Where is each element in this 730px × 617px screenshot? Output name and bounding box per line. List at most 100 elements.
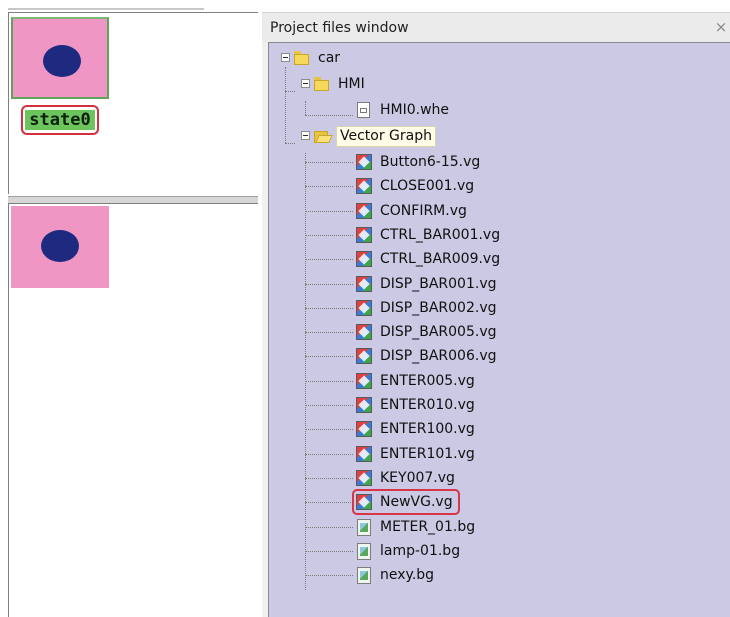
project-tree: car HMI HMI0.whe Vector Graph Button6-15… <box>268 42 730 617</box>
tree-connector <box>305 153 306 590</box>
tree-item-vector-file[interactable]: Button6-15.vg <box>355 151 482 173</box>
tree-item-label: METER_01.bg <box>380 518 476 535</box>
project-files-window: Project files window × car HMI HMI0.whe <box>262 12 730 617</box>
tree-item-label: NewVG.vg <box>380 493 453 510</box>
tree-item-vector-file[interactable]: ENTER100.vg <box>355 418 477 440</box>
folder-icon <box>313 75 331 93</box>
tree-item-root[interactable]: car <box>293 47 342 69</box>
tree-item-hmi-file[interactable]: HMI0.whe <box>355 99 451 121</box>
vector-graph-icon <box>355 299 373 317</box>
tree-item-label: CTRL_BAR001.vg <box>380 226 501 243</box>
tree-item-vector-graph-folder[interactable]: Vector Graph <box>313 125 437 147</box>
tree-item-vector-file[interactable]: ENTER101.vg <box>355 443 477 465</box>
tree-connector <box>285 67 286 143</box>
canvas-preview-thumbnail[interactable] <box>11 206 109 288</box>
tree-connector <box>305 502 353 503</box>
tree-item-label: nexy.bg <box>380 566 435 583</box>
tree-connector <box>305 259 353 260</box>
tree-item-label: ENTER100.vg <box>380 420 475 437</box>
tree-item-vector-file[interactable]: KEY007.vg <box>355 467 457 489</box>
tree-item-vector-file[interactable]: ENTER005.vg <box>355 370 477 392</box>
circle-shape <box>43 45 81 77</box>
vector-graph-icon <box>355 153 373 171</box>
tree-item-vector-file[interactable]: DISP_BAR002.vg <box>355 297 499 319</box>
tree-connector <box>305 332 353 333</box>
hmi-file-icon <box>355 101 373 119</box>
collapse-hmi-toggle[interactable] <box>301 79 310 88</box>
collapse-vector-graph-toggle[interactable] <box>301 131 310 140</box>
tree-item-label: HMI <box>338 75 365 92</box>
window-title: Project files window <box>270 20 409 36</box>
tree-item-vector-file[interactable]: CLOSE001.vg <box>355 175 476 197</box>
vector-graph-icon <box>355 372 373 390</box>
tree-connector <box>305 115 353 116</box>
tree-connector <box>305 211 353 212</box>
vector-graph-icon <box>355 493 373 511</box>
bitmap-icon <box>355 518 373 536</box>
vector-graph-icon <box>355 226 373 244</box>
tree-item-bitmap-file[interactable]: lamp-01.bg <box>355 540 462 562</box>
tree-item-label: DISP_BAR002.vg <box>380 299 497 316</box>
vector-graph-icon <box>355 420 373 438</box>
tree-item-vector-file[interactable]: CONFIRM.vg <box>355 200 469 222</box>
tree-item-vector-file[interactable]: CTRL_BAR001.vg <box>355 224 502 246</box>
tree-connector <box>305 527 353 528</box>
tree-item-vector-file[interactable]: DISP_BAR005.vg <box>355 321 499 343</box>
tree-item-label: Vector Graph <box>336 125 437 147</box>
vector-graph-icon <box>355 202 373 220</box>
vector-graph-icon <box>355 469 373 487</box>
vector-graph-icon <box>355 347 373 365</box>
tree-connector <box>305 284 353 285</box>
tree-connector <box>285 143 295 144</box>
folder-icon <box>293 49 311 67</box>
folder-open-icon <box>313 127 331 145</box>
pane-splitter[interactable] <box>8 196 258 204</box>
bitmap-icon <box>355 542 373 560</box>
canvas-panel <box>8 204 258 617</box>
tree-item-vector-file[interactable]: ENTER010.vg <box>355 394 477 416</box>
tree-item-label: car <box>318 49 341 66</box>
tree-connector <box>285 91 295 92</box>
close-icon[interactable]: × <box>714 18 728 36</box>
tree-item-label: CTRL_BAR009.vg <box>380 250 501 267</box>
tree-item-label: HMI0.whe <box>380 101 450 118</box>
tree-item-bitmap-file[interactable]: METER_01.bg <box>355 516 477 538</box>
vector-graph-icon <box>355 396 373 414</box>
tree-item-label: DISP_BAR005.vg <box>380 323 497 340</box>
tree-item-bitmap-file[interactable]: nexy.bg <box>355 564 436 586</box>
tree-item-label: KEY007.vg <box>380 469 455 486</box>
state-label: state0 <box>25 110 95 130</box>
window-titlebar: Project files window × <box>262 12 730 42</box>
tree-connector <box>305 429 353 430</box>
top-border-line <box>8 8 204 10</box>
circle-shape <box>41 230 79 262</box>
tree-item-vector-file[interactable]: DISP_BAR001.vg <box>355 273 499 295</box>
tree-connector <box>305 478 353 479</box>
tree-item-label: DISP_BAR006.vg <box>380 347 497 364</box>
vector-graph-icon <box>355 275 373 293</box>
tree-item-vector-file[interactable]: NewVG.vg <box>352 489 460 515</box>
tree-connector <box>305 308 353 309</box>
tree-item-hmi-folder[interactable]: HMI <box>313 73 367 95</box>
state-preview-thumbnail[interactable] <box>11 17 109 99</box>
tree-connector <box>305 101 306 115</box>
bitmap-icon <box>355 566 373 584</box>
tree-item-label: ENTER101.vg <box>380 445 475 462</box>
vector-graph-icon <box>355 323 373 341</box>
tree-item-vector-file[interactable]: CTRL_BAR009.vg <box>355 248 502 270</box>
state-label-highlight[interactable]: state0 <box>21 105 99 135</box>
tree-connector <box>305 575 353 576</box>
tree-connector <box>305 454 353 455</box>
tree-item-label: Button6-15.vg <box>380 153 481 170</box>
tree-connector <box>305 162 353 163</box>
tree-item-label: ENTER010.vg <box>380 396 475 413</box>
vector-graph-icon <box>355 445 373 463</box>
tree-connector <box>305 405 353 406</box>
collapse-root-toggle[interactable] <box>281 53 290 62</box>
tree-connector <box>305 186 353 187</box>
tree-connector <box>305 235 353 236</box>
vector-graph-icon <box>355 250 373 268</box>
state-panel: state0 <box>8 12 258 194</box>
tree-item-vector-file[interactable]: DISP_BAR006.vg <box>355 345 499 367</box>
vector-graph-icon <box>355 177 373 195</box>
